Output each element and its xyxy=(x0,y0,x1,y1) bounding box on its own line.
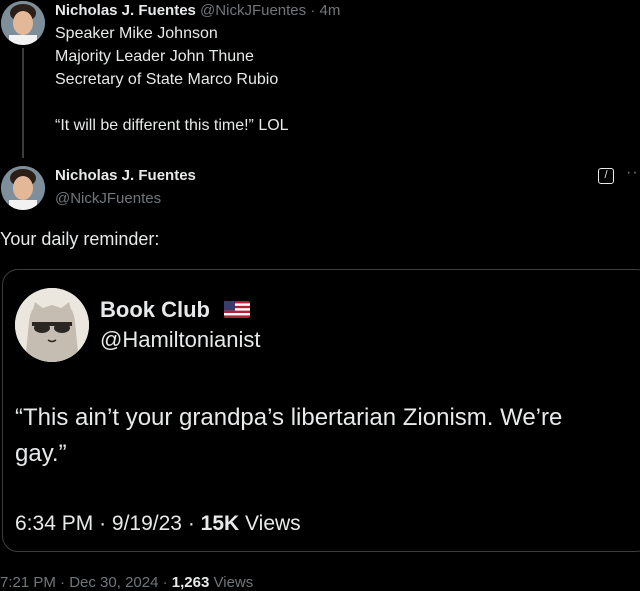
quoted-views-count: 15K xyxy=(200,512,240,535)
quoted-author-name-row: Book Club xyxy=(100,297,251,324)
footer-time[interactable]: 7:21 PM xyxy=(0,574,56,591)
post-author-name[interactable]: Nicholas J. Fuentes xyxy=(55,167,196,184)
quoted-tweet-meta: 6:34 PM · 9/19/23 · 15K Views xyxy=(15,512,301,536)
quoted-time[interactable]: 6:34 PM xyxy=(15,512,93,535)
quoted-sep-2: · xyxy=(187,512,195,535)
footer-views-label: Views xyxy=(213,574,254,591)
thread-connector-line xyxy=(22,48,24,158)
quoted-author-handle[interactable]: @Hamiltonianist xyxy=(100,327,261,353)
us-flag-icon xyxy=(224,298,251,324)
quoted-tweet-text: “This ain’t your grandpa’s libertarian Z… xyxy=(15,404,563,467)
edit-icon[interactable]: / xyxy=(598,168,614,184)
reply-author-handle[interactable]: @NickJFuentes xyxy=(200,2,306,19)
quoted-date[interactable]: 9/19/23 xyxy=(112,512,182,535)
post-text: Your daily reminder: xyxy=(0,229,160,249)
more-icon[interactable]: ·· xyxy=(626,164,639,182)
reply-separator: · xyxy=(310,2,316,19)
reply-time-ago[interactable]: 4m xyxy=(319,2,340,19)
post-author-avatar[interactable] xyxy=(1,166,45,210)
footer-views-count: 1,263 xyxy=(171,574,210,591)
quoted-author-name[interactable]: Book Club xyxy=(100,297,210,322)
reply-line-1: Speaker Mike Johnson xyxy=(55,25,218,42)
reply-body: Speaker Mike Johnson Majority Leader Joh… xyxy=(55,22,289,137)
reply-line-3: Secretary of State Marco Rubio xyxy=(55,71,279,88)
footer-sep-1: · xyxy=(60,574,66,591)
footer-sep-2: · xyxy=(162,574,168,591)
quoted-tweet-card[interactable]: Book Club @Hamiltonianist “This ain’t yo… xyxy=(2,269,640,552)
reply-author-avatar[interactable] xyxy=(1,1,45,45)
reply-closing-line: “It will be different this time!” LOL xyxy=(55,117,289,134)
quoted-views-label: Views xyxy=(245,512,301,535)
quoted-sep-1: · xyxy=(99,512,107,535)
quoted-author-avatar[interactable] xyxy=(15,288,89,362)
post-footer-meta: 7:21 PM · Dec 30, 2024 · 1,263 Views xyxy=(0,574,253,591)
post-author-handle[interactable]: @NickJFuentes xyxy=(55,190,161,207)
reply-header: Nicholas J. Fuentes @NickJFuentes · 4m xyxy=(55,0,340,22)
reply-author-name[interactable]: Nicholas J. Fuentes xyxy=(55,2,196,19)
footer-date[interactable]: Dec 30, 2024 xyxy=(69,574,158,591)
reply-line-2: Majority Leader John Thune xyxy=(55,48,254,65)
